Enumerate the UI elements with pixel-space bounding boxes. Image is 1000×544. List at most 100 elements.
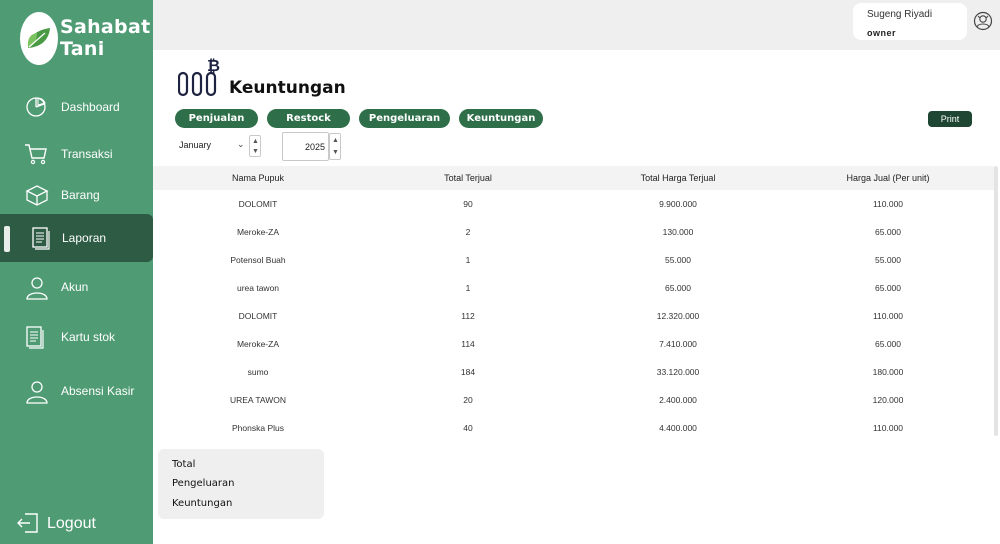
cell-nama-pupuk: Potensol Buah bbox=[230, 255, 286, 265]
cell-nama-pupuk: Meroke-ZA bbox=[236, 339, 280, 349]
cell-harga-jual: 65.000 bbox=[875, 283, 901, 293]
year-spinner[interactable]: ▲ ▼ bbox=[329, 133, 341, 160]
cell-total-harga: 55.000 bbox=[665, 255, 691, 265]
cell-total-terjual: 1 bbox=[465, 283, 471, 293]
table-header: Nama Pupuk Total Terjual Total Harga Ter… bbox=[153, 166, 997, 190]
chevron-up-icon: ▲ bbox=[332, 137, 339, 144]
topbar: Sugeng Riyadi owner bbox=[153, 0, 1000, 50]
sidebar-item-laporan[interactable]: Laporan bbox=[0, 214, 153, 262]
cell-total-terjual: 1 bbox=[465, 255, 471, 265]
sidebar-item-dashboard[interactable]: Dashboard bbox=[0, 89, 153, 125]
cell-total-harga: 7.410.000 bbox=[659, 339, 697, 349]
cell-nama-pupuk: UREA TAWON bbox=[229, 395, 287, 405]
column-header: Total Terjual bbox=[444, 173, 492, 183]
user-icon bbox=[24, 379, 50, 404]
cell-total-harga: 65.000 bbox=[665, 283, 691, 293]
cell-nama-pupuk: DOLOMIT bbox=[238, 311, 278, 321]
tab-pengeluaran[interactable]: Pengeluaran bbox=[359, 109, 450, 128]
table-row[interactable]: sumo 184 33.120.000 180.000 bbox=[153, 358, 997, 386]
active-indicator bbox=[4, 226, 10, 252]
sidebar-item-label: Transaksi bbox=[61, 147, 113, 161]
chevron-down-icon: ▼ bbox=[252, 148, 259, 155]
tab-restock[interactable]: Restock bbox=[267, 109, 350, 128]
card-icon bbox=[24, 325, 50, 349]
cell-harga-jual: 110.000 bbox=[872, 199, 904, 209]
avatar-icon[interactable] bbox=[973, 11, 993, 31]
cell-nama-pupuk: DOLOMIT bbox=[238, 199, 278, 209]
table-row[interactable]: Phonska Plus 40 4.400.000 110.000 bbox=[153, 414, 997, 442]
column-header: Harga Jual (Per unit) bbox=[846, 173, 930, 183]
cell-total-terjual: 90 bbox=[463, 199, 473, 209]
cell-nama-pupuk: urea tawon bbox=[236, 283, 280, 293]
sidebar-item-label: Kartu stok bbox=[61, 330, 116, 344]
brand-logo: Sahabat Tani bbox=[20, 12, 150, 68]
chevron-down-icon: ⌄ bbox=[237, 139, 245, 149]
table-row[interactable]: urea tawon 1 65.000 65.000 bbox=[153, 274, 997, 302]
print-button[interactable]: Print bbox=[928, 111, 972, 127]
month-value: January bbox=[179, 140, 212, 150]
cell-total-harga: 33.120.000 bbox=[656, 367, 700, 377]
sidebar-item-label: Barang bbox=[61, 188, 100, 202]
cell-total-terjual: 112 bbox=[461, 311, 475, 321]
cell-total-harga: 2.400.000 bbox=[659, 395, 697, 405]
sidebar-item-absensi-kasir[interactable]: Absensi Kasir bbox=[0, 373, 153, 409]
cell-total-harga: 12.320.000 bbox=[656, 311, 700, 321]
cell-total-harga: 4.400.000 bbox=[659, 423, 697, 433]
pie-chart-icon bbox=[24, 95, 50, 119]
table-row[interactable]: Meroke-ZA 114 7.410.000 65.000 bbox=[153, 330, 997, 358]
chevron-down-icon: ▼ bbox=[332, 149, 339, 156]
cell-total-harga: 9.900.000 bbox=[659, 199, 697, 209]
user-name: Sugeng Riyadi bbox=[867, 9, 933, 20]
profit-icon: ₿ bbox=[177, 55, 224, 97]
month-select[interactable]: January ⌄ bbox=[175, 136, 249, 154]
cell-harga-jual: 65.000 bbox=[875, 339, 901, 349]
sidebar-item-barang[interactable]: Barang bbox=[0, 177, 153, 213]
cell-harga-jual: 120.000 bbox=[872, 395, 904, 405]
cell-total-harga: 130.000 bbox=[662, 227, 694, 237]
table-row[interactable]: Meroke-ZA 2 130.000 65.000 bbox=[153, 218, 997, 246]
tab-keuntungan[interactable]: Keuntungan bbox=[459, 109, 543, 128]
sidebar-item-label: Dashboard bbox=[61, 100, 120, 114]
month-spinner[interactable]: ▲ ▼ bbox=[249, 135, 261, 157]
user-icon bbox=[24, 275, 50, 300]
sidebar-item-label: Absensi Kasir bbox=[61, 384, 135, 398]
table-row[interactable]: Potensol Buah 1 55.000 55.000 bbox=[153, 246, 997, 274]
column-header: Total Harga Terjual bbox=[640, 173, 716, 183]
sidebar-item-label: Laporan bbox=[62, 231, 107, 245]
cell-harga-jual: 65.000 bbox=[875, 227, 901, 237]
cell-harga-jual: 110.000 bbox=[872, 311, 904, 321]
table-row[interactable]: DOLOMIT 90 9.900.000 110.000 bbox=[153, 190, 997, 218]
year-input[interactable]: 2025 bbox=[282, 132, 329, 161]
cell-total-terjual: 2 bbox=[465, 227, 471, 237]
summary-box: Total Pengeluaran Keuntungan bbox=[158, 449, 324, 519]
sidebar-item-akun[interactable]: Akun bbox=[0, 269, 153, 305]
page-title: Keuntungan bbox=[229, 78, 346, 98]
user-card[interactable]: Sugeng Riyadi owner bbox=[853, 3, 967, 40]
sidebar-item-transaksi[interactable]: Transaksi bbox=[0, 136, 153, 172]
brand-line-1: Sahabat bbox=[60, 16, 151, 38]
cell-nama-pupuk: sumo bbox=[247, 367, 269, 377]
cell-harga-jual: 180.000 bbox=[872, 367, 904, 377]
cell-harga-jual: 110.000 bbox=[872, 423, 904, 433]
report-icon bbox=[30, 226, 56, 250]
table-row[interactable]: DOLOMIT 112 12.320.000 110.000 bbox=[153, 302, 997, 330]
cell-total-terjual: 184 bbox=[460, 367, 476, 377]
user-role: owner bbox=[867, 28, 897, 38]
table-row[interactable]: UREA TAWON 20 2.400.000 120.000 bbox=[153, 386, 997, 414]
tab-penjualan[interactable]: Penjualan bbox=[175, 109, 258, 128]
logout-label: Logout bbox=[47, 515, 96, 532]
cell-nama-pupuk: Phonska Plus bbox=[232, 423, 284, 433]
box-icon bbox=[24, 183, 50, 207]
brand-line-2: Tani bbox=[60, 38, 105, 60]
leaf-icon bbox=[20, 12, 58, 65]
sidebar: Sahabat Tani Dashboard Transaksi Barang … bbox=[0, 0, 153, 544]
cell-total-terjual: 40 bbox=[463, 423, 473, 433]
sidebar-item-kartu-stok[interactable]: Kartu stok bbox=[0, 319, 153, 355]
cell-nama-pupuk: Meroke-ZA bbox=[236, 227, 280, 237]
summary-pengeluaran-label: Pengeluaran bbox=[172, 478, 235, 489]
chevron-up-icon: ▲ bbox=[252, 138, 259, 145]
column-header: Nama Pupuk bbox=[231, 173, 285, 183]
logout-icon bbox=[16, 511, 40, 535]
summary-total-label: Total bbox=[172, 459, 196, 470]
cart-icon bbox=[24, 142, 50, 166]
